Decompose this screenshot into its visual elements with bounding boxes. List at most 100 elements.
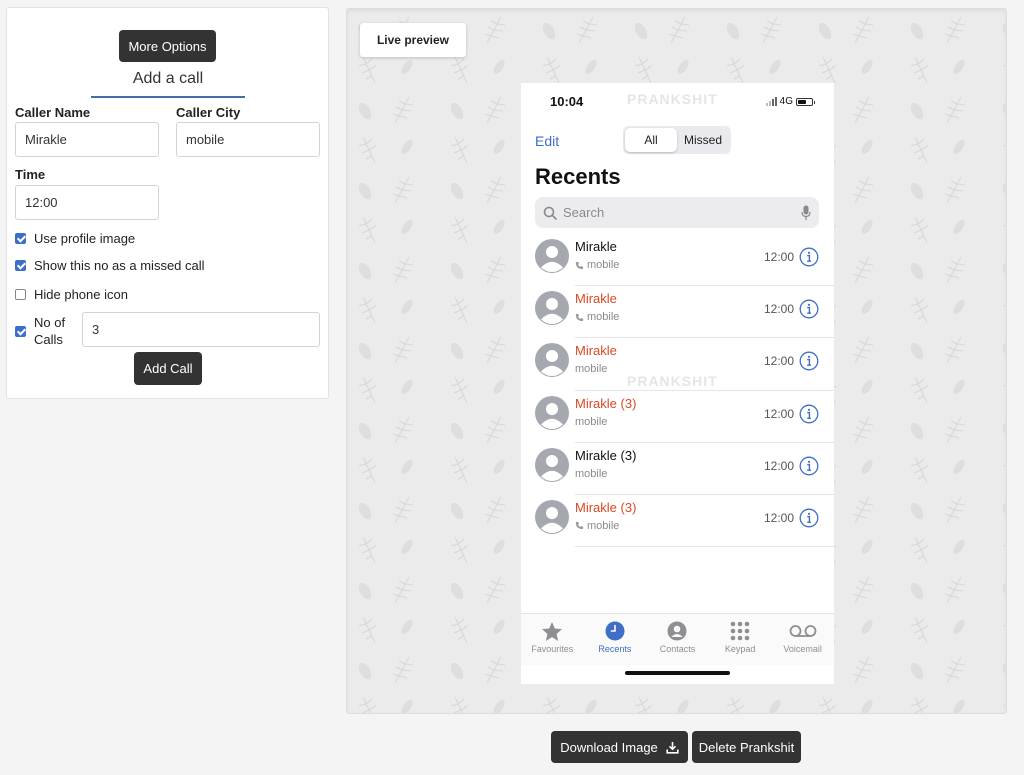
voicemail-icon	[789, 625, 817, 637]
caller-subtitle: mobile	[575, 311, 619, 323]
call-time: 12:00	[763, 302, 794, 317]
hide-phone-icon-checkbox[interactable]	[15, 289, 26, 300]
watermark-middle: PRANKSHIT	[627, 373, 718, 389]
edit-link[interactable]: Edit	[535, 133, 559, 149]
caller-subtitle: mobile	[575, 259, 619, 271]
caller-name: Mirakle (3)	[575, 395, 637, 411]
phone-tab-bar: Favourites Recents Contacts Keypad Voice…	[521, 613, 834, 665]
tab-favourites-label: Favourites	[531, 644, 574, 654]
hide-phone-icon-option[interactable]: Hide phone icon	[15, 287, 128, 302]
avatar	[535, 447, 569, 482]
phone-icon	[575, 313, 584, 321]
phone-icon	[575, 522, 584, 530]
caller-name-label: Caller Name	[15, 105, 91, 120]
live-preview-tab[interactable]: Live preview	[360, 23, 466, 57]
segment-all[interactable]: All	[625, 128, 677, 152]
add-call-form-panel: More Options Add a call Caller Name Call…	[6, 7, 329, 399]
call-row[interactable]: Mirakle mobile 12:00	[521, 286, 834, 339]
missed-call-option[interactable]: Show this no as a missed call	[15, 258, 205, 273]
segment-missed[interactable]: Missed	[677, 128, 729, 152]
info-icon[interactable]	[799, 351, 819, 371]
call-row[interactable]: Mirakle (3) mobile 12:00	[521, 495, 834, 548]
time-input[interactable]	[15, 185, 159, 220]
caller-name: Mirakle	[575, 343, 617, 359]
caller-label: mobile	[587, 311, 620, 324]
download-image-button[interactable]: Download Image	[551, 731, 688, 763]
use-profile-image-option[interactable]: Use profile image	[15, 231, 135, 246]
caller-name-input[interactable]	[15, 122, 159, 157]
use-profile-image-label: Use profile image	[34, 231, 136, 246]
call-time: 12:00	[763, 250, 794, 264]
info-icon[interactable]	[799, 299, 819, 319]
star-icon	[542, 621, 563, 641]
tab-keypad[interactable]: Keypad	[709, 614, 772, 665]
no-of-calls-checkbox[interactable]	[15, 326, 26, 337]
search-bar[interactable]: Search	[535, 197, 819, 228]
tab-keypad-label: Keypad	[724, 644, 756, 654]
delete-prankshit-button[interactable]: Delete Prankshit	[692, 731, 801, 763]
use-profile-image-checkbox[interactable]	[15, 233, 26, 244]
caller-label: mobile	[587, 519, 620, 532]
tab-recents[interactable]: Recents	[584, 614, 647, 665]
keypad-icon	[730, 621, 750, 641]
caller-subtitle: mobile	[575, 520, 619, 532]
status-bar-icons: 4G	[765, 96, 815, 107]
battery-icon	[796, 97, 815, 106]
recents-call-list: Mirakle mobile 12:00 Mirakle mobile 12:00 Mira…	[521, 234, 834, 548]
caller-subtitle: mobile	[575, 416, 607, 428]
avatar	[535, 239, 569, 273]
avatar	[535, 395, 569, 430]
avatar	[535, 499, 569, 534]
tab-contacts[interactable]: Contacts	[646, 614, 709, 665]
call-row[interactable]: Mirakle (3) mobile 12:00	[521, 391, 834, 443]
info-icon[interactable]	[799, 456, 819, 476]
download-icon	[666, 741, 679, 754]
microphone-icon[interactable]	[801, 205, 811, 221]
signal-icon	[765, 96, 777, 106]
search-placeholder: Search	[563, 205, 605, 220]
time-label: Time	[15, 167, 46, 182]
call-time: 12:00	[763, 458, 794, 473]
recents-title: Recents	[535, 164, 621, 189]
caller-name: Mirakle	[575, 291, 617, 307]
row-divider	[575, 546, 834, 548]
caller-label: mobile	[587, 259, 620, 271]
tab-recents-label: Recents	[598, 644, 632, 654]
caller-label: mobile	[575, 415, 608, 428]
download-image-label: Download Image	[560, 739, 658, 755]
tab-favourites[interactable]: Favourites	[521, 614, 584, 665]
more-options-button[interactable]: More Options	[119, 30, 216, 62]
caller-name: Mirakle (3)	[575, 447, 637, 463]
form-title: Add a call	[91, 70, 245, 98]
no-of-calls-input[interactable]	[82, 312, 320, 347]
avatar	[535, 291, 569, 326]
person-circle-icon	[667, 621, 687, 641]
info-icon[interactable]	[799, 247, 819, 267]
caller-label: mobile	[575, 363, 608, 376]
call-time: 12:00	[763, 406, 794, 421]
info-icon[interactable]	[799, 508, 819, 528]
call-row[interactable]: Mirakle mobile 12:00	[521, 234, 834, 287]
no-of-calls-label: No of Calls	[34, 315, 66, 347]
hide-phone-icon-label: Hide phone icon	[34, 287, 128, 302]
caller-name: Mirakle (3)	[575, 499, 637, 515]
tab-voicemail[interactable]: Voicemail	[771, 614, 834, 665]
live-preview-panel: Live preview 10:04 PRANKSHIT 4G Edit All…	[346, 8, 1007, 714]
clock-icon	[605, 621, 625, 641]
call-row[interactable]: Mirakle (3) mobile 12:00	[521, 443, 834, 495]
caller-name: Mirakle	[575, 239, 617, 254]
caller-city-label: Caller City	[176, 105, 241, 120]
info-icon[interactable]	[799, 404, 819, 424]
missed-call-checkbox[interactable]	[15, 260, 26, 271]
missed-call-label: Show this no as a missed call	[34, 258, 205, 273]
add-call-button[interactable]: Add Call	[134, 352, 202, 385]
no-of-calls-option[interactable]: No of Calls	[15, 315, 74, 348]
network-type: 4G	[779, 96, 793, 107]
caller-subtitle: mobile	[575, 468, 607, 480]
phone-screen: 10:04 PRANKSHIT 4G Edit All Missed Recen…	[521, 83, 834, 684]
caller-subtitle: mobile	[575, 363, 607, 375]
call-time: 12:00	[763, 510, 794, 525]
caller-city-input[interactable]	[176, 122, 320, 157]
avatar	[535, 343, 569, 378]
tab-voicemail-label: Voicemail	[783, 644, 822, 654]
